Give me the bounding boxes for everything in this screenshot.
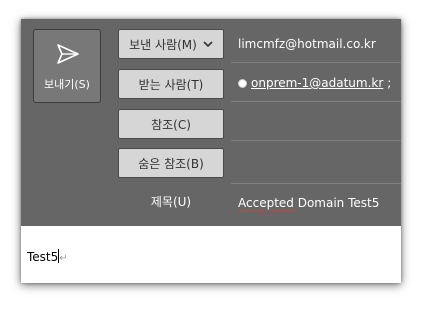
send-label: 보내기(S) (44, 78, 90, 91)
to-recipient-address[interactable]: onprem-1@adatum.kr (251, 76, 383, 90)
from-button[interactable]: 보낸 사람(M) (118, 29, 224, 59)
compose-header: 보내기(S) 보낸 사람(M) 받는 사람(T) 참조(C) 숨은 참조(B) … (21, 19, 401, 226)
message-body[interactable]: Test5↵ (21, 226, 401, 283)
presence-status-icon (238, 78, 247, 88)
body-content: Test5 (27, 250, 59, 264)
cc-field[interactable] (231, 103, 401, 141)
to-field[interactable]: onprem-1@adatum.kr; (231, 64, 401, 102)
from-field[interactable]: limcmfz@hotmail.co.kr (231, 25, 401, 63)
subject-field[interactable]: Accepted Domain Test5 (231, 184, 401, 224)
subject-misspelled-word: Accepted (238, 196, 294, 210)
subject-value: Accepted Domain Test5 (238, 196, 379, 210)
to-button-label: 받는 사람(T) (138, 77, 204, 92)
cc-button[interactable]: 참조(C) (118, 109, 224, 139)
bcc-button-label: 숨은 참조(B) (138, 156, 204, 171)
from-value: limcmfz@hotmail.co.kr (238, 37, 376, 51)
to-button[interactable]: 받는 사람(T) (118, 69, 224, 99)
to-recipient[interactable]: onprem-1@adatum.kr; (238, 76, 391, 90)
paragraph-mark-icon: ↵ (59, 253, 68, 264)
subject-label: 제목(U) (150, 195, 192, 209)
bcc-field[interactable] (231, 142, 401, 184)
bcc-button[interactable]: 숨은 참조(B) (118, 148, 224, 178)
chevron-down-icon (203, 40, 213, 47)
from-button-label: 보낸 사람(M) (129, 37, 197, 52)
message-body-text: Test5↵ (27, 249, 68, 264)
cc-button-label: 참조(C) (151, 117, 191, 132)
to-separator: ; (387, 76, 392, 90)
subject-rest: Domain Test5 (293, 196, 380, 210)
send-icon (57, 44, 79, 64)
compose-window: 보내기(S) 보낸 사람(M) 받는 사람(T) 참조(C) 숨은 참조(B) … (21, 19, 401, 283)
send-button[interactable]: 보내기(S) (33, 29, 101, 103)
